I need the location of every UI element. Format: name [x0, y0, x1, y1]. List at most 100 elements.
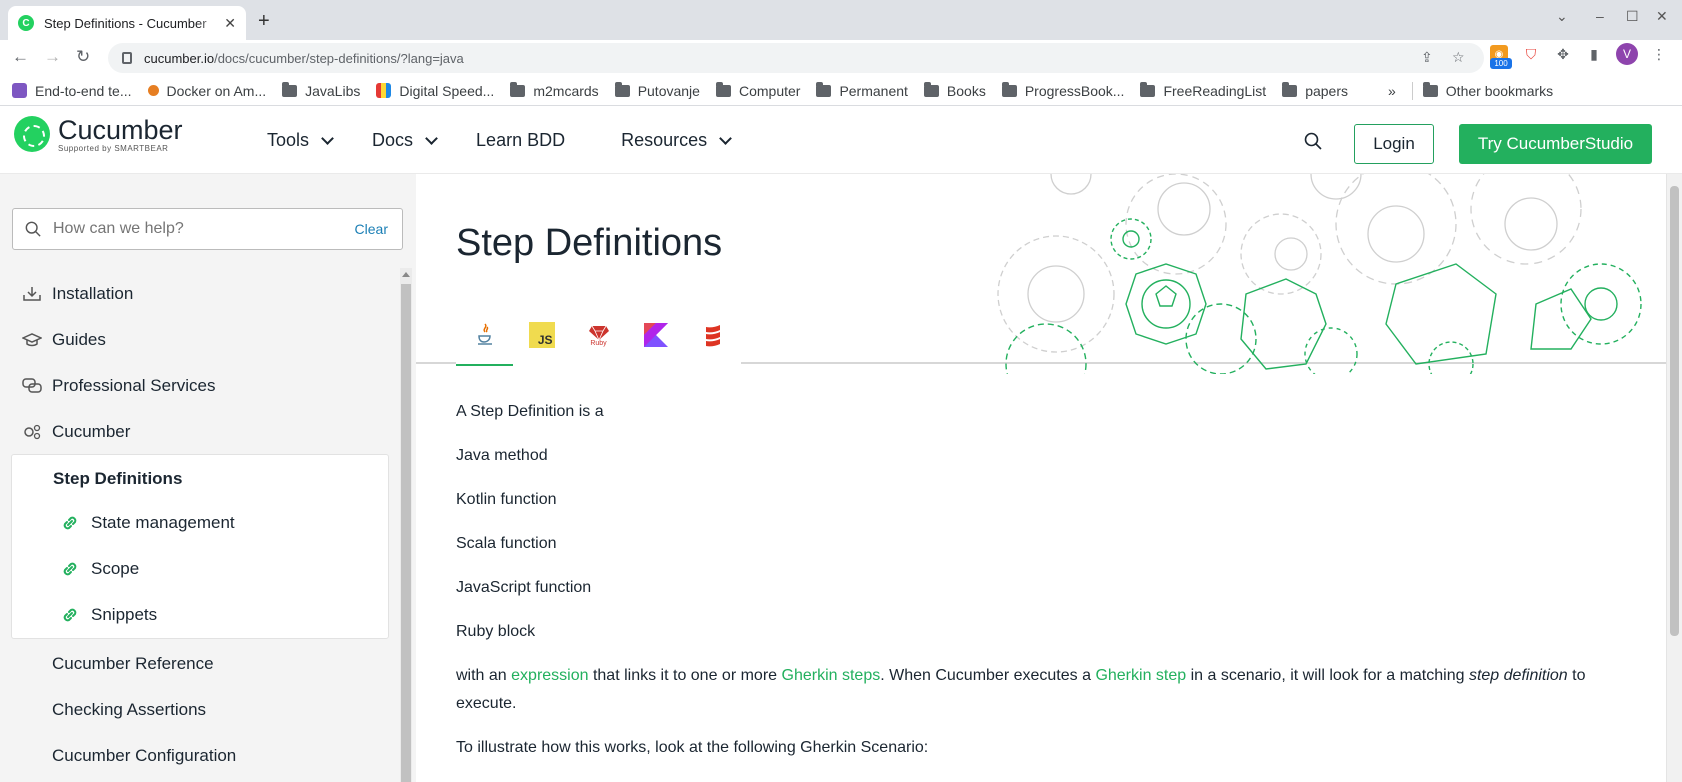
sidebar-link-state-management[interactable]: State management	[61, 513, 235, 533]
sidebar-item-guides[interactable]: Guides	[22, 330, 106, 350]
sidebar-link-label: State management	[91, 513, 235, 532]
folder-icon	[715, 81, 731, 97]
sidebar-item-professional-services[interactable]: Professional Services	[22, 376, 215, 396]
tab-title: Step Definitions - Cucumber	[44, 15, 207, 31]
close-tab-icon[interactable]: ✕	[224, 15, 236, 32]
docs-sidebar: Clear Installation Guides Professional S…	[0, 174, 416, 782]
sidebar-item-cucumber[interactable]: Cucumber	[22, 422, 130, 442]
folder-icon	[614, 81, 630, 97]
window-close-icon[interactable]: ✕	[1656, 8, 1668, 25]
forward-icon[interactable]: →	[44, 47, 61, 67]
bookmark-star-icon[interactable]: ☆	[1452, 49, 1465, 66]
bookmark-label: FreeReadingList	[1163, 82, 1267, 99]
ruby-icon: Ruby	[588, 324, 609, 347]
chat-bubbles-icon	[22, 378, 42, 393]
kind-javascript: JavaScript function	[456, 579, 592, 596]
bookmark-folder[interactable]: Putovanje	[614, 81, 700, 99]
bookmark-folder[interactable]: m2mcards	[510, 81, 599, 99]
gherkin-steps-link[interactable]: Gherkin steps	[782, 667, 881, 684]
try-cucumberstudio-button[interactable]: Try CucumberStudio	[1459, 124, 1652, 164]
bookmark-label: Putovanje	[637, 82, 700, 99]
clear-search-button[interactable]: Clear	[355, 221, 388, 237]
sidebar-item-cucumber-configuration[interactable]: Cucumber Configuration	[52, 746, 236, 766]
language-tabs: JS Ruby	[456, 306, 741, 366]
link-icon	[63, 608, 77, 622]
sidebar-active-section[interactable]: Step Definitions	[53, 469, 182, 489]
tab-search-chevron-icon[interactable]: ⌄	[1556, 8, 1568, 25]
scroll-up-arrow-icon[interactable]	[402, 272, 410, 277]
bookmark-folder[interactable]: JavaLibs	[282, 81, 360, 99]
text-span: in a scenario, it will look for a matchi…	[1186, 667, 1469, 684]
tab-scala[interactable]	[684, 306, 741, 364]
sidebar-link-snippets[interactable]: Snippets	[61, 605, 157, 625]
logo-subtitle: Supported by SMARTBEAR	[58, 144, 169, 153]
folder-icon	[282, 81, 298, 97]
sidebar-scroll-thumb[interactable]	[401, 284, 411, 782]
gherkin-step-link[interactable]: Gherkin step	[1095, 667, 1186, 684]
maximize-icon[interactable]: ☐	[1626, 8, 1639, 25]
link-icon	[63, 562, 77, 576]
bookmark-label: papers	[1305, 82, 1348, 99]
page-scroll-thumb[interactable]	[1670, 186, 1679, 636]
sidebar-item-cucumber-reference[interactable]: Cucumber Reference	[52, 654, 214, 674]
sidebar-item-checking-assertions[interactable]: Checking Assertions	[52, 700, 206, 720]
bookmark-folder[interactable]: ProgressBook...	[1001, 81, 1124, 99]
other-bookmarks-folder[interactable]: Other bookmarks	[1422, 81, 1553, 99]
minimize-icon[interactable]: –	[1596, 8, 1604, 24]
bookmark-site-icon	[376, 83, 392, 98]
page-hero: Step Definitions JS Ruby	[416, 174, 1666, 374]
bookmark-site-icon	[12, 83, 27, 98]
scala-icon	[705, 325, 720, 347]
bookmark-folder[interactable]: Computer	[715, 81, 800, 99]
kind-kotlin: Kotlin function	[456, 491, 557, 508]
tab-kotlin[interactable]	[627, 306, 684, 364]
cucumber-logo[interactable]: Cucumber Supported by SMARTBEAR	[14, 116, 183, 153]
sidebar-scrollbar[interactable]	[400, 268, 412, 782]
bookmark-folder[interactable]: FreeReadingList	[1140, 81, 1267, 99]
folder-icon	[923, 81, 939, 97]
kind-scala: Scala function	[456, 535, 557, 552]
nav-tools[interactable]: Tools	[267, 130, 334, 151]
address-bar[interactable]: cucumber.io/docs/cucumber/step-definitio…	[108, 43, 1484, 73]
bookmark-folder[interactable]: Permanent	[816, 81, 908, 99]
bookmark-item[interactable]: Docker on Am...	[147, 83, 266, 99]
lock-icon	[122, 52, 132, 64]
tab-javascript[interactable]: JS	[513, 306, 570, 364]
nav-label: Docs	[372, 130, 414, 150]
bookmark-item[interactable]: Digital Speed...	[376, 83, 494, 99]
browser-menu-icon[interactable]: ⋮	[1650, 45, 1668, 63]
kind-java: Java method	[456, 447, 548, 464]
tab-ruby[interactable]: Ruby	[570, 306, 627, 364]
nav-resources[interactable]: Resources	[621, 130, 733, 151]
bookmarks-overflow-button[interactable]: »	[1388, 83, 1396, 99]
bookmark-label: Digital Speed...	[399, 82, 495, 99]
bookmark-label: Books	[946, 82, 986, 99]
side-panel-icon[interactable]: ▮	[1585, 45, 1603, 63]
text-span: that links it to one or more	[588, 667, 782, 684]
expression-link[interactable]: expression	[511, 667, 588, 684]
docs-search-input[interactable]	[53, 220, 333, 238]
bookmark-item[interactable]: End-to-end te...	[12, 83, 132, 99]
share-icon[interactable]: ⇪	[1421, 49, 1433, 66]
reload-icon[interactable]: ↻	[76, 47, 90, 67]
graduation-cap-icon	[22, 333, 42, 347]
search-icon	[25, 221, 41, 237]
new-tab-icon[interactable]: +	[258, 10, 270, 33]
nav-docs[interactable]: Docs	[372, 130, 438, 151]
tab-java[interactable]	[456, 306, 513, 366]
bookmark-folder[interactable]: papers	[1282, 81, 1348, 99]
shield-extension-icon[interactable]: ⛉	[1522, 45, 1540, 63]
browser-tab[interactable]: C Step Definitions - Cucumber ✕	[8, 6, 246, 40]
nav-learn-bdd[interactable]: Learn BDD	[476, 130, 565, 151]
page-scrollbar[interactable]	[1666, 174, 1682, 782]
extensions-puzzle-icon[interactable]: ✥	[1554, 45, 1572, 63]
folder-icon	[1001, 81, 1017, 97]
back-icon[interactable]: ←	[12, 47, 29, 67]
chevron-down-icon	[719, 131, 733, 145]
search-icon[interactable]	[1304, 132, 1322, 150]
login-button[interactable]: Login	[1354, 124, 1434, 164]
sidebar-link-scope[interactable]: Scope	[61, 559, 139, 579]
bookmark-folder[interactable]: Books	[923, 81, 986, 99]
sidebar-item-installation[interactable]: Installation	[22, 284, 133, 304]
profile-avatar[interactable]: V	[1616, 43, 1638, 65]
